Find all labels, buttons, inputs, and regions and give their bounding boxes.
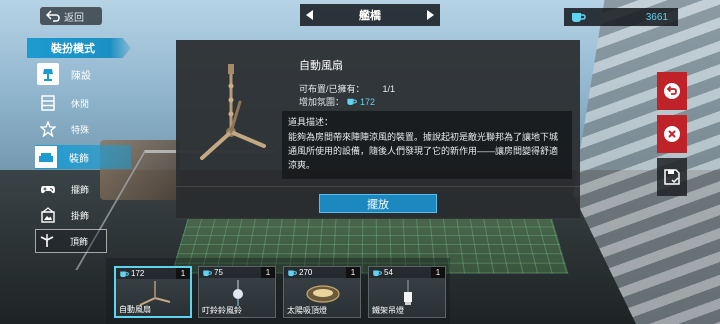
item-description: 道具描述： 能夠為房間帶來陣陣涼風的裝置。據說起初是敵光聯邦為了讓地下城通風所使… <box>282 111 572 179</box>
slot-name: 叮鈴鈴風鈴 <box>202 306 242 315</box>
slot-count: 1 <box>346 267 360 278</box>
panel-divider <box>176 186 580 187</box>
close-icon <box>664 126 680 142</box>
owned-stat: 可布置/已擁有： 1/1 <box>299 82 395 95</box>
save-icon <box>664 169 680 185</box>
slot-name: 太陽吸頂燈 <box>287 306 327 315</box>
save-button[interactable] <box>657 158 687 196</box>
slot-name: 鐵架吊燈 <box>372 306 404 315</box>
owned-value: 1/1 <box>382 83 396 94</box>
bookshelf-icon <box>37 92 59 114</box>
category-furnishing[interactable]: 陳設 <box>37 62 107 86</box>
inventory-slot[interactable]: 270 1 太陽吸頂燈 <box>283 266 361 318</box>
sofa-icon <box>35 146 57 168</box>
slot-header: 270 1 <box>284 267 360 278</box>
next-room-arrow-icon[interactable] <box>427 10 434 20</box>
clear-button[interactable] <box>657 115 687 153</box>
cup-icon <box>373 270 382 276</box>
category-sidebar: 裝扮模式 陳設 休閒 特殊 裝飾 擺飾 掛飾 頂飾 <box>27 38 131 260</box>
inventory-slot[interactable]: 75 1 叮鈴鈴風鈴 <box>198 266 276 318</box>
slot-count: 1 <box>261 267 275 278</box>
item-detail-panel: 自動風扇 可布置/已擁有： 1/1 增加氛圍： 172 道具描述： 能夠為房間帶… <box>176 40 580 218</box>
ceiling-fan-preview-icon <box>200 64 266 160</box>
back-label: 返回 <box>64 12 84 24</box>
slot-comfort: 54 <box>384 268 393 277</box>
slot-header: 172 1 <box>116 268 190 279</box>
category-label: 掛飾 <box>71 210 90 221</box>
lamp-icon <box>37 63 59 85</box>
slot-header: 54 1 <box>369 267 445 278</box>
category-decoration[interactable]: 裝飾 <box>35 145 131 169</box>
category-ceiling[interactable]: 頂飾 <box>35 229 107 253</box>
owned-label: 可布置/已擁有： <box>299 84 365 94</box>
cup-icon <box>347 98 357 105</box>
category-label: 裝飾 <box>69 153 89 165</box>
prev-room-arrow-icon[interactable] <box>306 10 313 20</box>
pendant-lamp-icon <box>404 280 412 305</box>
mode-title: 裝扮模式 <box>27 38 131 58</box>
category-leisure[interactable]: 休閒 <box>37 91 107 115</box>
ceiling-lamp-icon <box>306 285 340 303</box>
slot-comfort: 172 <box>131 269 145 278</box>
comfort-value: 172 <box>360 96 376 107</box>
inventory-slot[interactable]: 54 1 鐵架吊燈 <box>368 266 446 318</box>
cup-icon <box>572 13 586 22</box>
cup-icon <box>120 271 129 277</box>
category-label: 擺飾 <box>71 184 90 195</box>
room-title: 艦橋 <box>359 10 381 22</box>
room-selector: 艦橋 <box>300 4 440 26</box>
category-label: 特殊 <box>71 124 90 135</box>
item-name: 自動風扇 <box>299 60 343 72</box>
category-ornament[interactable]: 擺飾 <box>37 177 107 201</box>
ceiling-fan-icon <box>36 230 58 252</box>
picture-frame-icon <box>37 204 59 226</box>
category-label: 陳設 <box>71 70 91 82</box>
back-button[interactable]: 返回 <box>40 7 102 25</box>
gamepad-icon <box>37 178 59 200</box>
wind-chime-icon <box>233 280 243 306</box>
slot-name: 自動風扇 <box>119 305 151 314</box>
currency-amount: 3661 <box>645 11 668 23</box>
description-text: 能夠為房間帶來陣陣涼風的裝置。據說起初是敵光聯邦為了讓地下城通風所使用的設備，隨… <box>288 132 559 170</box>
comfort-stat: 增加氛圍： 172 <box>299 95 375 108</box>
category-label: 頂飾 <box>70 236 89 247</box>
back-arrow-icon <box>46 10 60 22</box>
slot-comfort: 75 <box>214 268 223 277</box>
comfort-currency: 3661 <box>564 8 678 26</box>
place-button[interactable]: 擺放 <box>319 194 437 213</box>
slot-count: 1 <box>431 267 445 278</box>
cup-icon <box>288 270 297 276</box>
star-icon <box>37 118 59 140</box>
slot-header: 75 1 <box>199 267 275 278</box>
description-title: 道具描述： <box>288 117 334 127</box>
category-wall-hanging[interactable]: 掛飾 <box>37 203 107 227</box>
category-label: 休閒 <box>71 98 90 109</box>
comfort-label: 增加氛圍： <box>299 97 345 107</box>
inventory-slot[interactable]: 172 1 自動風扇 <box>114 266 192 318</box>
cup-icon <box>203 270 212 276</box>
slot-count: 1 <box>176 268 190 279</box>
slot-comfort: 270 <box>299 268 313 277</box>
undo-button[interactable] <box>657 72 687 110</box>
undo-icon <box>664 83 680 99</box>
category-special[interactable]: 特殊 <box>37 117 107 141</box>
